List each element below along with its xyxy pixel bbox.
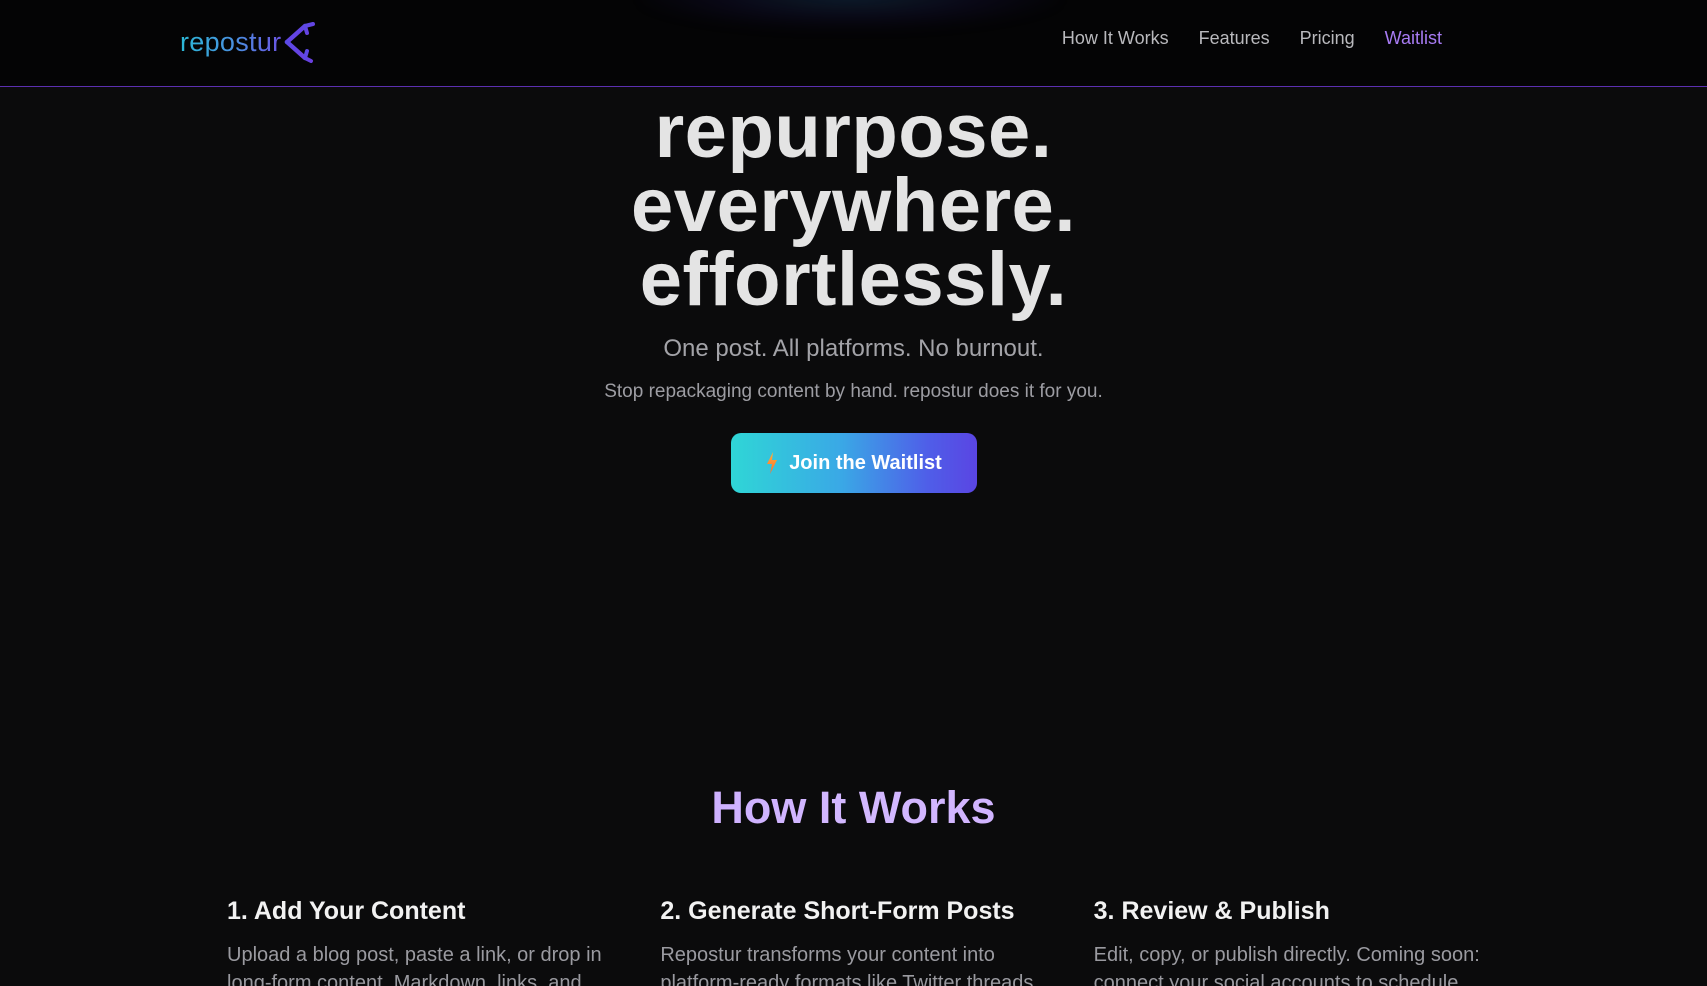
logo-text: repostur [180, 26, 282, 57]
headline-line-3: effortlessly. [639, 237, 1068, 322]
step-text: Repostur transforms your content into pl… [660, 944, 1039, 986]
hero-section: repurpose. everywhere. effortlessly. One… [0, 89, 1707, 493]
nav-how-it-works[interactable]: How It Works [1062, 28, 1169, 49]
page: repostur How It Works Features Pricing W [0, 0, 1707, 986]
hero-subtagline: Stop repackaging content by hand. repost… [604, 381, 1103, 402]
step-text: Edit, copy, or publish directly. Coming … [1093, 944, 1480, 986]
join-waitlist-label: Join the Waitlist [789, 451, 942, 474]
step-title: 3. Review & Publish [1093, 897, 1330, 925]
step-card: 1. Add Your Content Upload a blog post, … [227, 893, 660, 986]
repost-arrows-icon [285, 22, 322, 63]
step-title: 2. Generate Short-Form Posts [660, 897, 1015, 925]
main-nav: How It Works Features Pricing Waitlist [1062, 28, 1442, 49]
nav-waitlist[interactable]: Waitlist [1385, 28, 1442, 49]
logo-link[interactable]: repostur [180, 20, 323, 64]
headline-line-2: everywhere. [631, 163, 1076, 248]
step-title: 1. Add Your Content [227, 897, 466, 925]
join-waitlist-button[interactable]: Join the Waitlist [730, 433, 977, 493]
how-it-works-steps: 1. Add Your Content Upload a blog post, … [227, 893, 1527, 986]
nav-pricing[interactable]: Pricing [1300, 28, 1355, 49]
header-glow-decoration [640, 0, 1060, 30]
how-it-works-title: How It Works [0, 778, 1707, 838]
step-card: 2. Generate Short-Form Posts Repostur tr… [660, 893, 1093, 986]
nav-features[interactable]: Features [1199, 28, 1270, 49]
step-card: 3. Review & Publish Edit, copy, or publi… [1094, 893, 1527, 986]
hero-tagline: One post. All platforms. No burnout. [663, 335, 1044, 362]
lightning-bolt-icon [767, 452, 778, 474]
site-header: repostur How It Works Features Pricing W [0, 0, 1707, 87]
hero-headline: repurpose. everywhere. effortlessly. [0, 89, 1707, 322]
headline-line-1: repurpose. [654, 89, 1053, 174]
step-text: Upload a blog post, paste a link, or dro… [227, 944, 602, 986]
